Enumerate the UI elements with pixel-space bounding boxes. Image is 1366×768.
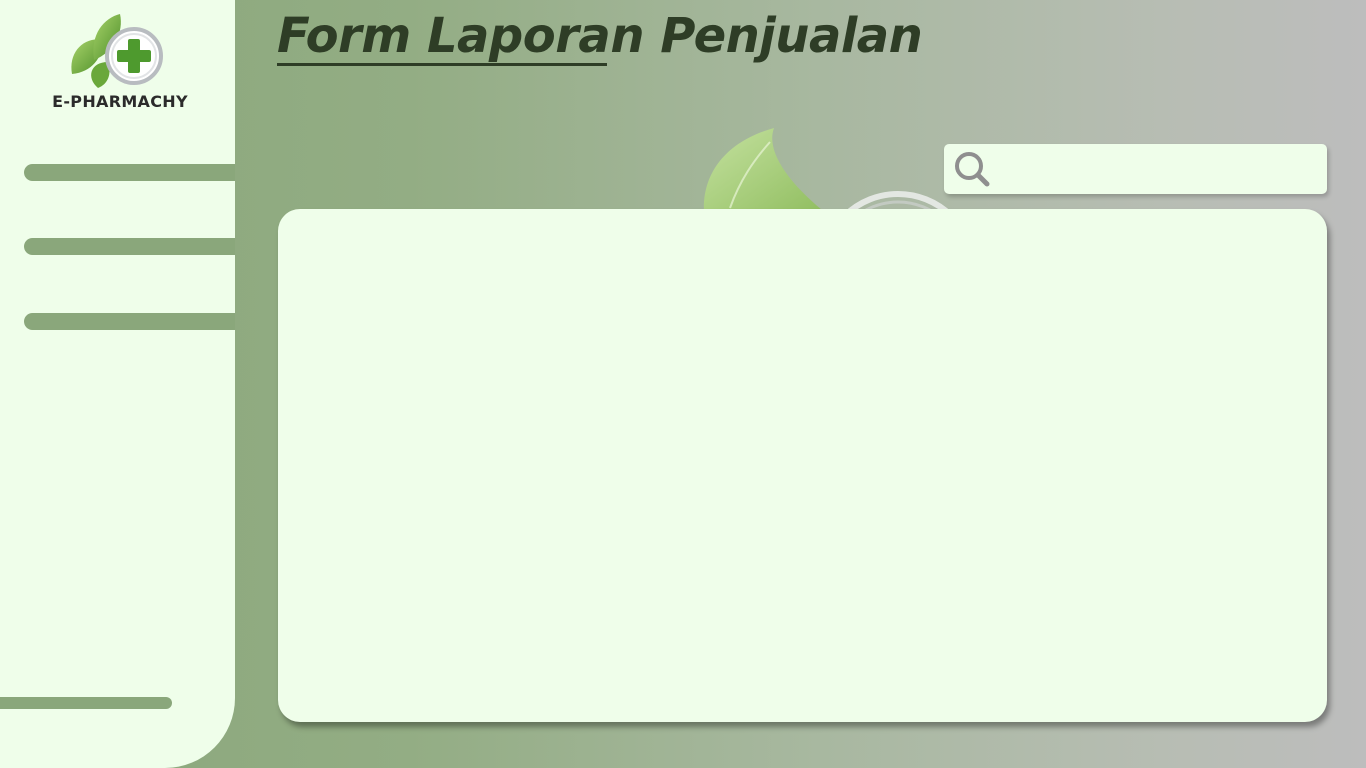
- sidebar: E-PHARMACHY: [0, 0, 235, 768]
- logo-text: E-PHARMACHY: [52, 92, 188, 111]
- app-logo: E-PHARMACHY: [40, 12, 200, 112]
- page-title: Form Laporan Penjualan: [277, 8, 923, 64]
- search-icon[interactable]: [952, 149, 992, 189]
- sidebar-bottom-item[interactable]: [0, 697, 172, 709]
- sidebar-nav-item-2[interactable]: [24, 238, 235, 255]
- sidebar-nav-item-1[interactable]: [24, 164, 235, 181]
- search-input[interactable]: [996, 152, 1320, 188]
- sidebar-nav-item-3[interactable]: [24, 313, 235, 330]
- search-box[interactable]: [944, 144, 1327, 194]
- pharmacy-logo-icon: [71, 14, 163, 88]
- report-content-panel: [278, 209, 1327, 722]
- title-underline: [277, 63, 607, 66]
